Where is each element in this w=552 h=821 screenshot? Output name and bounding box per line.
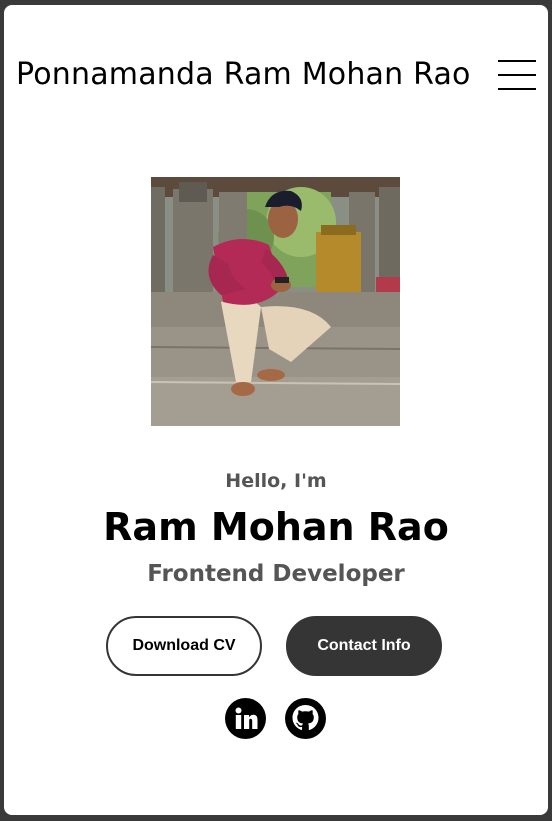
navbar: Ponnamanda Ram Mohan Rao [4, 5, 548, 155]
hamburger-menu-icon[interactable] [498, 60, 536, 92]
greeting-text: Hello, I'm [225, 470, 327, 492]
linkedin-icon[interactable] [225, 698, 266, 739]
menu-line [498, 74, 536, 76]
menu-line [498, 60, 536, 62]
github-icon[interactable] [285, 698, 326, 739]
site-logo[interactable]: Ponnamanda Ram Mohan Rao [16, 57, 471, 92]
menu-line [498, 88, 536, 90]
hero-name: Ram Mohan Rao [103, 505, 449, 549]
profile-photo [151, 177, 400, 426]
contact-info-button[interactable]: Contact Info [286, 616, 442, 676]
job-title: Frontend Developer [147, 561, 405, 587]
page-frame: Ponnamanda Ram Mohan Rao Hello, I'm Ram … [4, 5, 548, 815]
download-cv-button[interactable]: Download CV [106, 616, 262, 676]
